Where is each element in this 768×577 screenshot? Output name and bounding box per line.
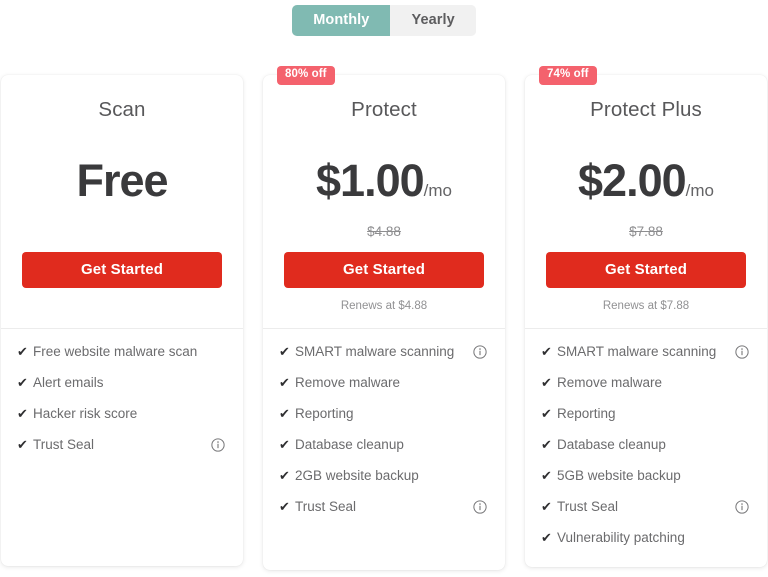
feature-label: Remove malware [295, 375, 401, 390]
plan-price-unit: /mo [685, 181, 714, 200]
plan-price: $2.00 [578, 155, 687, 206]
plan-price: $1.00 [316, 155, 425, 206]
pricing-card-protect[interactable]: 80% off Protect $1.00/mo $4.88 Get Start… [263, 66, 505, 570]
list-item: ✔ SMART malware scanning [541, 343, 749, 360]
check-icon: ✔ [279, 406, 290, 421]
feature-label: Vulnerability patching [557, 530, 685, 545]
price-block: $1.00/mo [263, 158, 505, 210]
list-item: ✔ Reporting [279, 405, 487, 422]
feature-label: Alert emails [33, 375, 104, 390]
info-icon[interactable] [473, 500, 487, 514]
plan-title: Protect [351, 98, 417, 121]
plan-price-unit: /mo [423, 181, 452, 200]
check-icon: ✔ [541, 499, 552, 514]
check-icon: ✔ [279, 375, 290, 390]
list-item: ✔ 2GB website backup [279, 467, 487, 484]
get-started-button[interactable]: Get Started [22, 252, 222, 288]
check-icon: ✔ [279, 344, 290, 359]
plan-old-price: $4.88 [367, 224, 401, 239]
feature-list: ✔ SMART malware scanning ✔ Remove malwar… [525, 329, 767, 546]
feature-label: Reporting [557, 406, 616, 421]
info-icon[interactable] [473, 345, 487, 359]
plan-title: Protect Plus [590, 98, 702, 121]
check-icon: ✔ [279, 468, 290, 483]
feature-label: 5GB website backup [557, 468, 681, 483]
get-started-button[interactable]: Get Started [546, 252, 746, 288]
cta-wrapper: Get Started [1, 252, 243, 288]
list-item: ✔ Free website malware scan [17, 343, 225, 360]
pricing-card-protect-plus[interactable]: 74% off Protect Plus $2.00/mo $7.88 Get … [525, 66, 767, 567]
feature-label: Free website malware scan [33, 344, 198, 359]
feature-list: ✔ SMART malware scanning ✔ Remove malwar… [263, 329, 505, 515]
toggle-monthly[interactable]: Monthly [292, 5, 391, 36]
list-item: ✔ Remove malware [541, 374, 749, 391]
billing-period-toggle: Monthly Yearly [0, 5, 768, 36]
pricing-card-scan[interactable]: Scan Free Get Started ✔ Free website mal… [1, 75, 243, 566]
list-item: ✔ Database cleanup [541, 436, 749, 453]
feature-label: Trust Seal [295, 499, 357, 514]
list-item: ✔ Alert emails [17, 374, 225, 391]
check-icon: ✔ [541, 468, 552, 483]
list-item: ✔ Database cleanup [279, 436, 487, 453]
discount-badge: 74% off [539, 66, 597, 85]
plan-price: Free [76, 155, 168, 206]
feature-label: Database cleanup [295, 437, 404, 452]
list-item: ✔ Trust Seal [17, 436, 225, 453]
list-item: ✔ Trust Seal [541, 498, 749, 515]
feature-label: Reporting [295, 406, 354, 421]
plan-title: Scan [98, 98, 146, 121]
discount-badge: 80% off [277, 66, 335, 85]
billing-toggle-group: Monthly Yearly [292, 5, 476, 36]
feature-label: Remove malware [557, 375, 663, 390]
feature-label: Trust Seal [557, 499, 619, 514]
list-item: ✔ Hacker risk score [17, 405, 225, 422]
feature-list: ✔ Free website malware scan ✔ Alert emai… [1, 329, 243, 453]
cta-wrapper: Get Started [263, 252, 505, 288]
feature-label: Trust Seal [33, 437, 95, 452]
check-icon: ✔ [17, 406, 28, 421]
check-icon: ✔ [541, 406, 552, 421]
check-icon: ✔ [17, 437, 28, 452]
check-icon: ✔ [17, 375, 28, 390]
list-item: ✔ Reporting [541, 405, 749, 422]
price-block: $2.00/mo [525, 158, 767, 210]
feature-label: SMART malware scanning [295, 344, 455, 359]
price-block: Free [1, 158, 243, 210]
check-icon: ✔ [279, 499, 290, 514]
plan-old-price: $7.88 [629, 224, 663, 239]
list-item: ✔ Trust Seal [279, 498, 487, 515]
info-icon[interactable] [211, 438, 225, 452]
info-icon[interactable] [735, 345, 749, 359]
feature-label: Database cleanup [557, 437, 666, 452]
list-item: ✔ Remove malware [279, 374, 487, 391]
list-item: ✔ SMART malware scanning [279, 343, 487, 360]
pricing-cards-row: Scan Free Get Started ✔ Free website mal… [0, 66, 768, 570]
check-icon: ✔ [541, 530, 552, 545]
info-icon[interactable] [735, 500, 749, 514]
card-header: Scan [1, 75, 243, 122]
feature-label: Hacker risk score [33, 406, 138, 421]
check-icon: ✔ [279, 437, 290, 452]
check-icon: ✔ [541, 375, 552, 390]
list-item: ✔ Vulnerability patching [541, 529, 749, 546]
list-item: ✔ 5GB website backup [541, 467, 749, 484]
cta-wrapper: Get Started [525, 252, 767, 288]
renewal-note: Renews at $7.88 [602, 300, 690, 312]
get-started-button[interactable]: Get Started [284, 252, 484, 288]
renewal-note: Renews at $4.88 [340, 300, 428, 312]
feature-label: 2GB website backup [295, 468, 419, 483]
check-icon: ✔ [17, 344, 28, 359]
check-icon: ✔ [541, 344, 552, 359]
feature-label: SMART malware scanning [557, 344, 717, 359]
toggle-yearly[interactable]: Yearly [390, 5, 476, 36]
check-icon: ✔ [541, 437, 552, 452]
